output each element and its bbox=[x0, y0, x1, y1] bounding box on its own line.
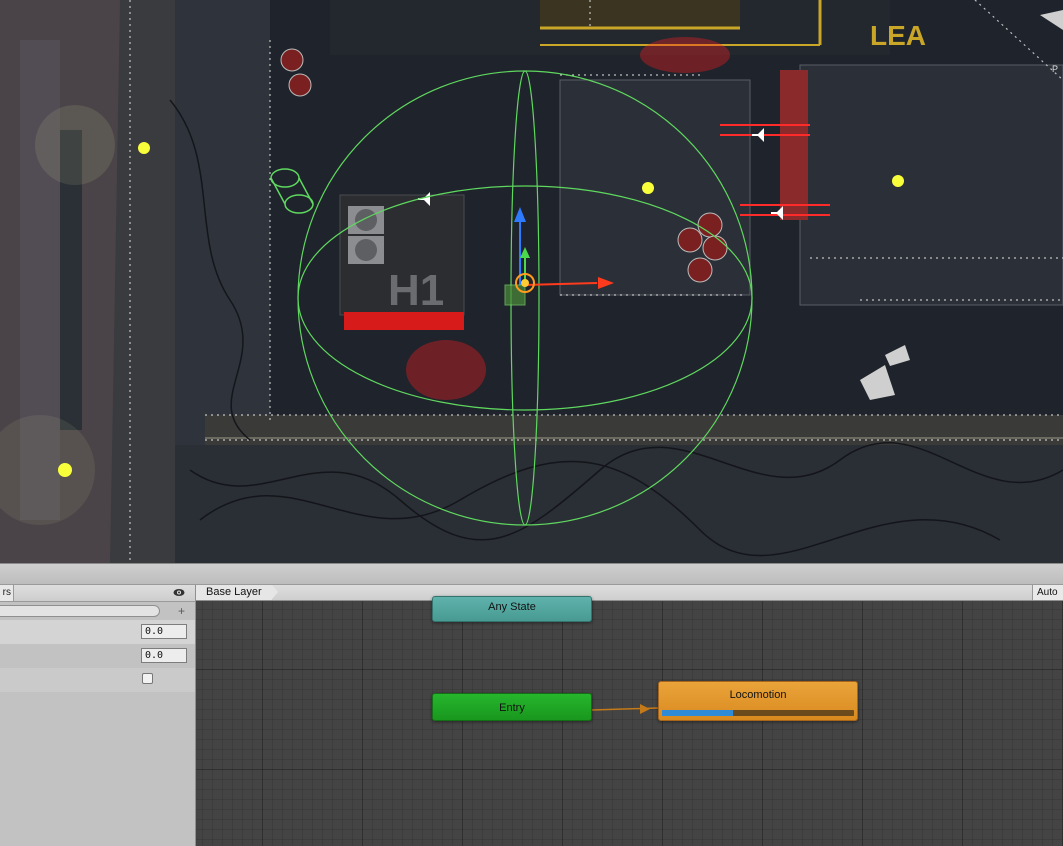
search-row: + bbox=[0, 602, 195, 620]
animator-graph[interactable]: Base Layer Auto Any State Entry Locomoti… bbox=[196, 585, 1063, 846]
parameters-panel: rs + 0.0 0.0 bbox=[0, 585, 196, 846]
parameter-row[interactable]: 0.0 bbox=[0, 644, 195, 668]
float-parameter-field[interactable]: 0.0 bbox=[141, 648, 187, 663]
bool-parameter-checkbox[interactable] bbox=[142, 673, 153, 684]
scene-render: LEA H1 P bbox=[0, 0, 1063, 563]
parameters-tab-strip: rs bbox=[0, 585, 195, 602]
tab-parameters[interactable]: rs bbox=[0, 585, 14, 601]
state-progress-bar bbox=[662, 710, 854, 716]
helipad-sign-text: H1 bbox=[388, 266, 444, 315]
locomotion-node-label: Locomotion bbox=[729, 689, 787, 701]
locomotion-state-node[interactable]: Locomotion bbox=[658, 681, 858, 721]
floor-marking-text: LEA bbox=[870, 20, 926, 51]
eye-icon[interactable] bbox=[173, 587, 185, 598]
entry-node[interactable]: Entry bbox=[432, 693, 592, 721]
parameter-row[interactable]: 0.0 bbox=[0, 620, 195, 644]
transition-arrow[interactable] bbox=[196, 585, 1063, 846]
state-progress-fill bbox=[662, 710, 734, 716]
panel-splitter[interactable] bbox=[0, 563, 1063, 585]
any-state-node[interactable]: Any State bbox=[432, 596, 592, 622]
parameter-search-input[interactable] bbox=[0, 605, 160, 617]
scene-view[interactable]: LEA H1 P bbox=[0, 0, 1063, 563]
float-parameter-field[interactable]: 0.0 bbox=[141, 624, 187, 639]
add-parameter-plus-icon[interactable]: + bbox=[178, 604, 185, 618]
parameter-row[interactable] bbox=[0, 668, 195, 692]
edge-label: P bbox=[1052, 64, 1058, 74]
